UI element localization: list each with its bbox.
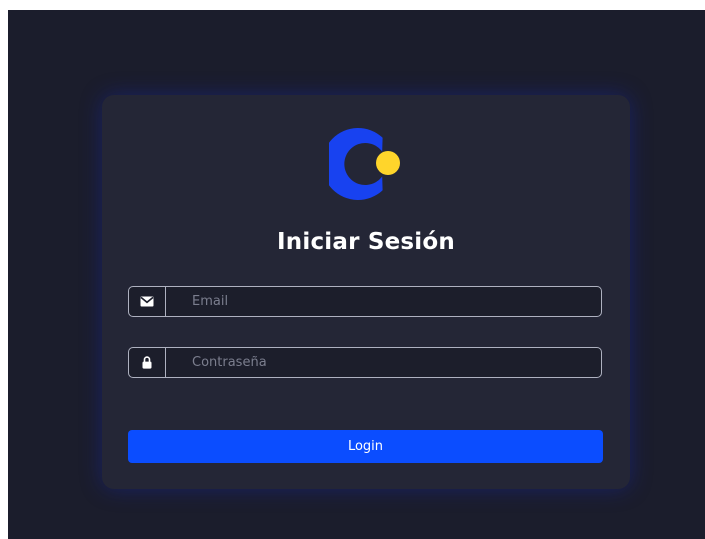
logo-dot [376, 151, 400, 175]
email-field-group [128, 286, 602, 317]
login-card: Iniciar Sesión Login [102, 95, 630, 489]
lock-icon [142, 356, 152, 369]
password-addon [129, 348, 166, 377]
password-field-group [128, 347, 602, 378]
envelope-icon [140, 296, 154, 307]
brand-logo [329, 128, 400, 200]
page-background: Iniciar Sesión Login [8, 10, 705, 539]
login-button[interactable]: Login [128, 430, 603, 463]
password-input[interactable] [166, 348, 601, 377]
email-input[interactable] [166, 287, 601, 316]
logo-arc [329, 128, 383, 200]
login-title: Iniciar Sesión [277, 229, 455, 255]
email-addon [129, 287, 166, 316]
